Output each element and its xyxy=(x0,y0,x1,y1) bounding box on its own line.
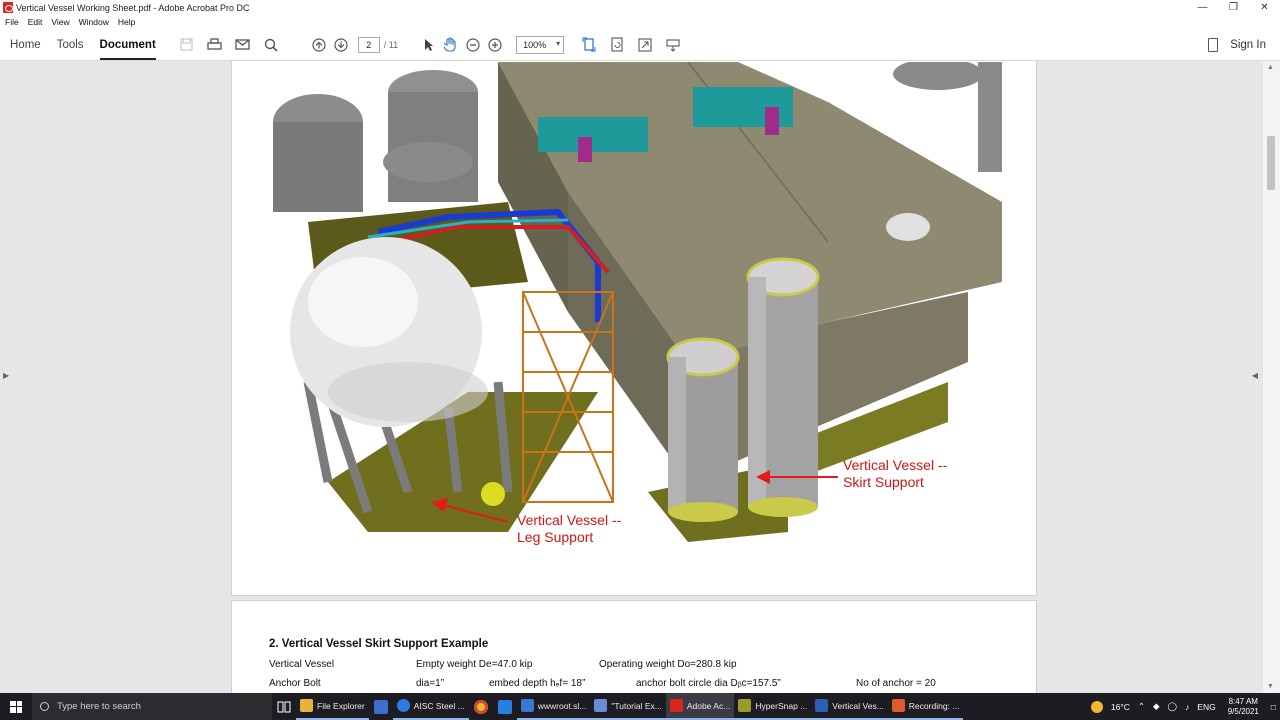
row-label: Vertical Vessel xyxy=(269,659,335,670)
menu-window[interactable]: Window xyxy=(79,17,109,27)
notification-icon[interactable]: □ xyxy=(1271,702,1276,712)
scroll-thumb[interactable] xyxy=(1267,136,1275,190)
bolt-circle-dia: anchor bolt circle dia Dᵦc=157.5” xyxy=(636,678,781,689)
empty-weight: Empty weight De=47.0 kip xyxy=(416,659,533,670)
task-view-icon[interactable] xyxy=(272,693,296,720)
tab-home[interactable]: Home xyxy=(2,29,49,61)
rotate-view-icon[interactable] xyxy=(606,34,628,56)
maximize-icon[interactable]: ❐ xyxy=(1218,0,1249,15)
taskbar-app[interactable]: HyperSnap ... xyxy=(734,693,812,720)
operating-weight: Operating weight Do=280.8 kip xyxy=(599,659,737,670)
start-button[interactable] xyxy=(0,693,32,720)
search-icon[interactable] xyxy=(260,34,282,56)
clock[interactable]: 8:47 AM 9/5/2021 xyxy=(1228,697,1259,717)
volume-icon[interactable]: ♪ xyxy=(1185,702,1189,712)
weather-icon[interactable] xyxy=(1090,700,1103,713)
word-icon xyxy=(815,699,829,712)
taskbar: Type here to search File Explorer AISC S… xyxy=(0,693,1280,720)
search-icon xyxy=(40,702,49,711)
menu-help[interactable]: Help xyxy=(118,17,135,27)
recorder-icon xyxy=(891,699,905,712)
left-panel-toggle-icon[interactable]: ▶ xyxy=(3,371,9,380)
leg-support-annotation: Vertical Vessel -- Leg Support xyxy=(517,512,622,545)
search-placeholder: Type here to search xyxy=(57,701,141,712)
skirt-support-annotation: Vertical Vessel -- Skirt Support xyxy=(843,457,948,490)
zoom-out-icon[interactable] xyxy=(462,34,484,56)
folder-icon xyxy=(300,699,313,712)
previous-page-icon[interactable] xyxy=(308,34,330,56)
full-screen-icon[interactable] xyxy=(634,34,656,56)
title-bar: Vertical Vessel Working Sheet.pdf - Adob… xyxy=(0,0,1280,15)
toolbar: Home Tools Document 2 / 11 100% ▾ Sign I… xyxy=(0,29,1280,61)
zoom-in-icon[interactable] xyxy=(484,34,506,56)
chrome-icon[interactable] xyxy=(469,693,493,720)
tab-tools[interactable]: Tools xyxy=(49,29,92,61)
taskbar-app-active[interactable]: Adobe Ac... xyxy=(665,693,735,720)
windows-logo-icon xyxy=(10,700,22,713)
sign-in-area[interactable]: Sign In xyxy=(1208,29,1266,61)
right-panel-toggle-icon[interactable]: ◀ xyxy=(1252,371,1258,380)
show-hidden-icons-icon[interactable]: ⌃ xyxy=(1138,701,1145,712)
scroll-down-icon[interactable]: ▼ xyxy=(1267,683,1274,690)
dropbox-icon[interactable]: ◆ xyxy=(1153,701,1160,712)
menu-view[interactable]: View xyxy=(51,17,69,27)
window-title: Vertical Vessel Working Sheet.pdf - Adob… xyxy=(16,2,250,13)
sign-in-button[interactable]: Sign In xyxy=(1230,39,1266,51)
taskbar-app[interactable]: AISC Steel ... xyxy=(392,693,469,720)
store-icon[interactable] xyxy=(369,693,393,720)
read-mode-icon[interactable] xyxy=(662,34,684,56)
save-icon[interactable] xyxy=(176,34,198,56)
close-icon[interactable]: ✕ xyxy=(1249,0,1280,15)
document-viewport[interactable]: ▶ ◀ Vertical Vessel -- Leg Support Verti… xyxy=(0,61,1280,693)
pdf-page-2: 2. Vertical Vessel Skirt Support Example… xyxy=(231,600,1037,693)
anchor-count: No of anchor = 20 xyxy=(856,678,936,689)
page-total: / 11 xyxy=(383,39,399,50)
taskbar-app[interactable]: wwwroot.sl... xyxy=(516,693,591,720)
taskbar-app[interactable]: File Explorer xyxy=(296,693,369,720)
fit-page-icon[interactable] xyxy=(578,34,600,56)
taskbar-app[interactable]: Recording: ... xyxy=(887,693,964,720)
taskbar-app[interactable]: "Tutorial Ex... xyxy=(590,693,666,720)
select-cursor-icon[interactable] xyxy=(418,34,440,56)
system-tray: 16°C ⌃ ◆ ◯ ♪ ENG 8:47 AM 9/5/2021 □ xyxy=(1087,693,1280,720)
window-controls: — ❐ ✕ xyxy=(1187,0,1280,15)
notepad-icon xyxy=(594,699,608,712)
vertical-scrollbar[interactable]: ▲ ▼ xyxy=(1263,61,1280,693)
embed-depth: embed depth hₑf= 18” xyxy=(489,678,586,689)
menu-file[interactable]: File xyxy=(5,17,19,27)
scroll-up-icon[interactable]: ▲ xyxy=(1267,64,1274,71)
taskbar-apps: File Explorer AISC Steel ... wwwroot.sl.… xyxy=(296,693,964,720)
page-number-input[interactable]: 2 xyxy=(357,36,380,53)
zoom-level-select[interactable]: 100% xyxy=(516,35,565,54)
language-indicator[interactable]: ENG xyxy=(1197,702,1215,712)
row-label: Anchor Bolt xyxy=(269,678,321,689)
print-icon[interactable] xyxy=(204,34,226,56)
window-icon xyxy=(520,699,534,712)
acrobat-icon xyxy=(669,699,683,712)
taskbar-app[interactable]: Vertical Ves... xyxy=(811,693,888,720)
next-page-icon[interactable] xyxy=(330,34,352,56)
network-icon[interactable]: ◯ xyxy=(1168,701,1178,712)
weather-temp[interactable]: 16°C xyxy=(1111,702,1130,712)
menu-edit[interactable]: Edit xyxy=(28,17,43,27)
email-icon[interactable] xyxy=(232,34,254,56)
section-heading: 2. Vertical Vessel Skirt Support Example xyxy=(269,638,489,650)
mobile-device-icon xyxy=(1208,38,1219,52)
hand-tool-icon[interactable] xyxy=(440,34,462,56)
todo-icon[interactable] xyxy=(493,693,517,720)
pdf-page: Vertical Vessel -- Leg Support Vertical … xyxy=(231,61,1037,596)
acrobat-app-icon xyxy=(3,2,13,13)
minimize-icon[interactable]: — xyxy=(1187,0,1218,15)
menu-bar: File Edit View Window Help xyxy=(0,15,1280,29)
taskbar-search[interactable]: Type here to search xyxy=(32,693,272,720)
clock-date: 9/5/2021 xyxy=(1227,706,1259,716)
edge-icon xyxy=(396,699,410,712)
hypersnap-icon xyxy=(738,699,752,712)
anchor-dia: dia=1” xyxy=(416,678,445,689)
clock-time: 8:47 AM xyxy=(1228,696,1258,706)
tab-document[interactable]: Document xyxy=(92,29,164,61)
